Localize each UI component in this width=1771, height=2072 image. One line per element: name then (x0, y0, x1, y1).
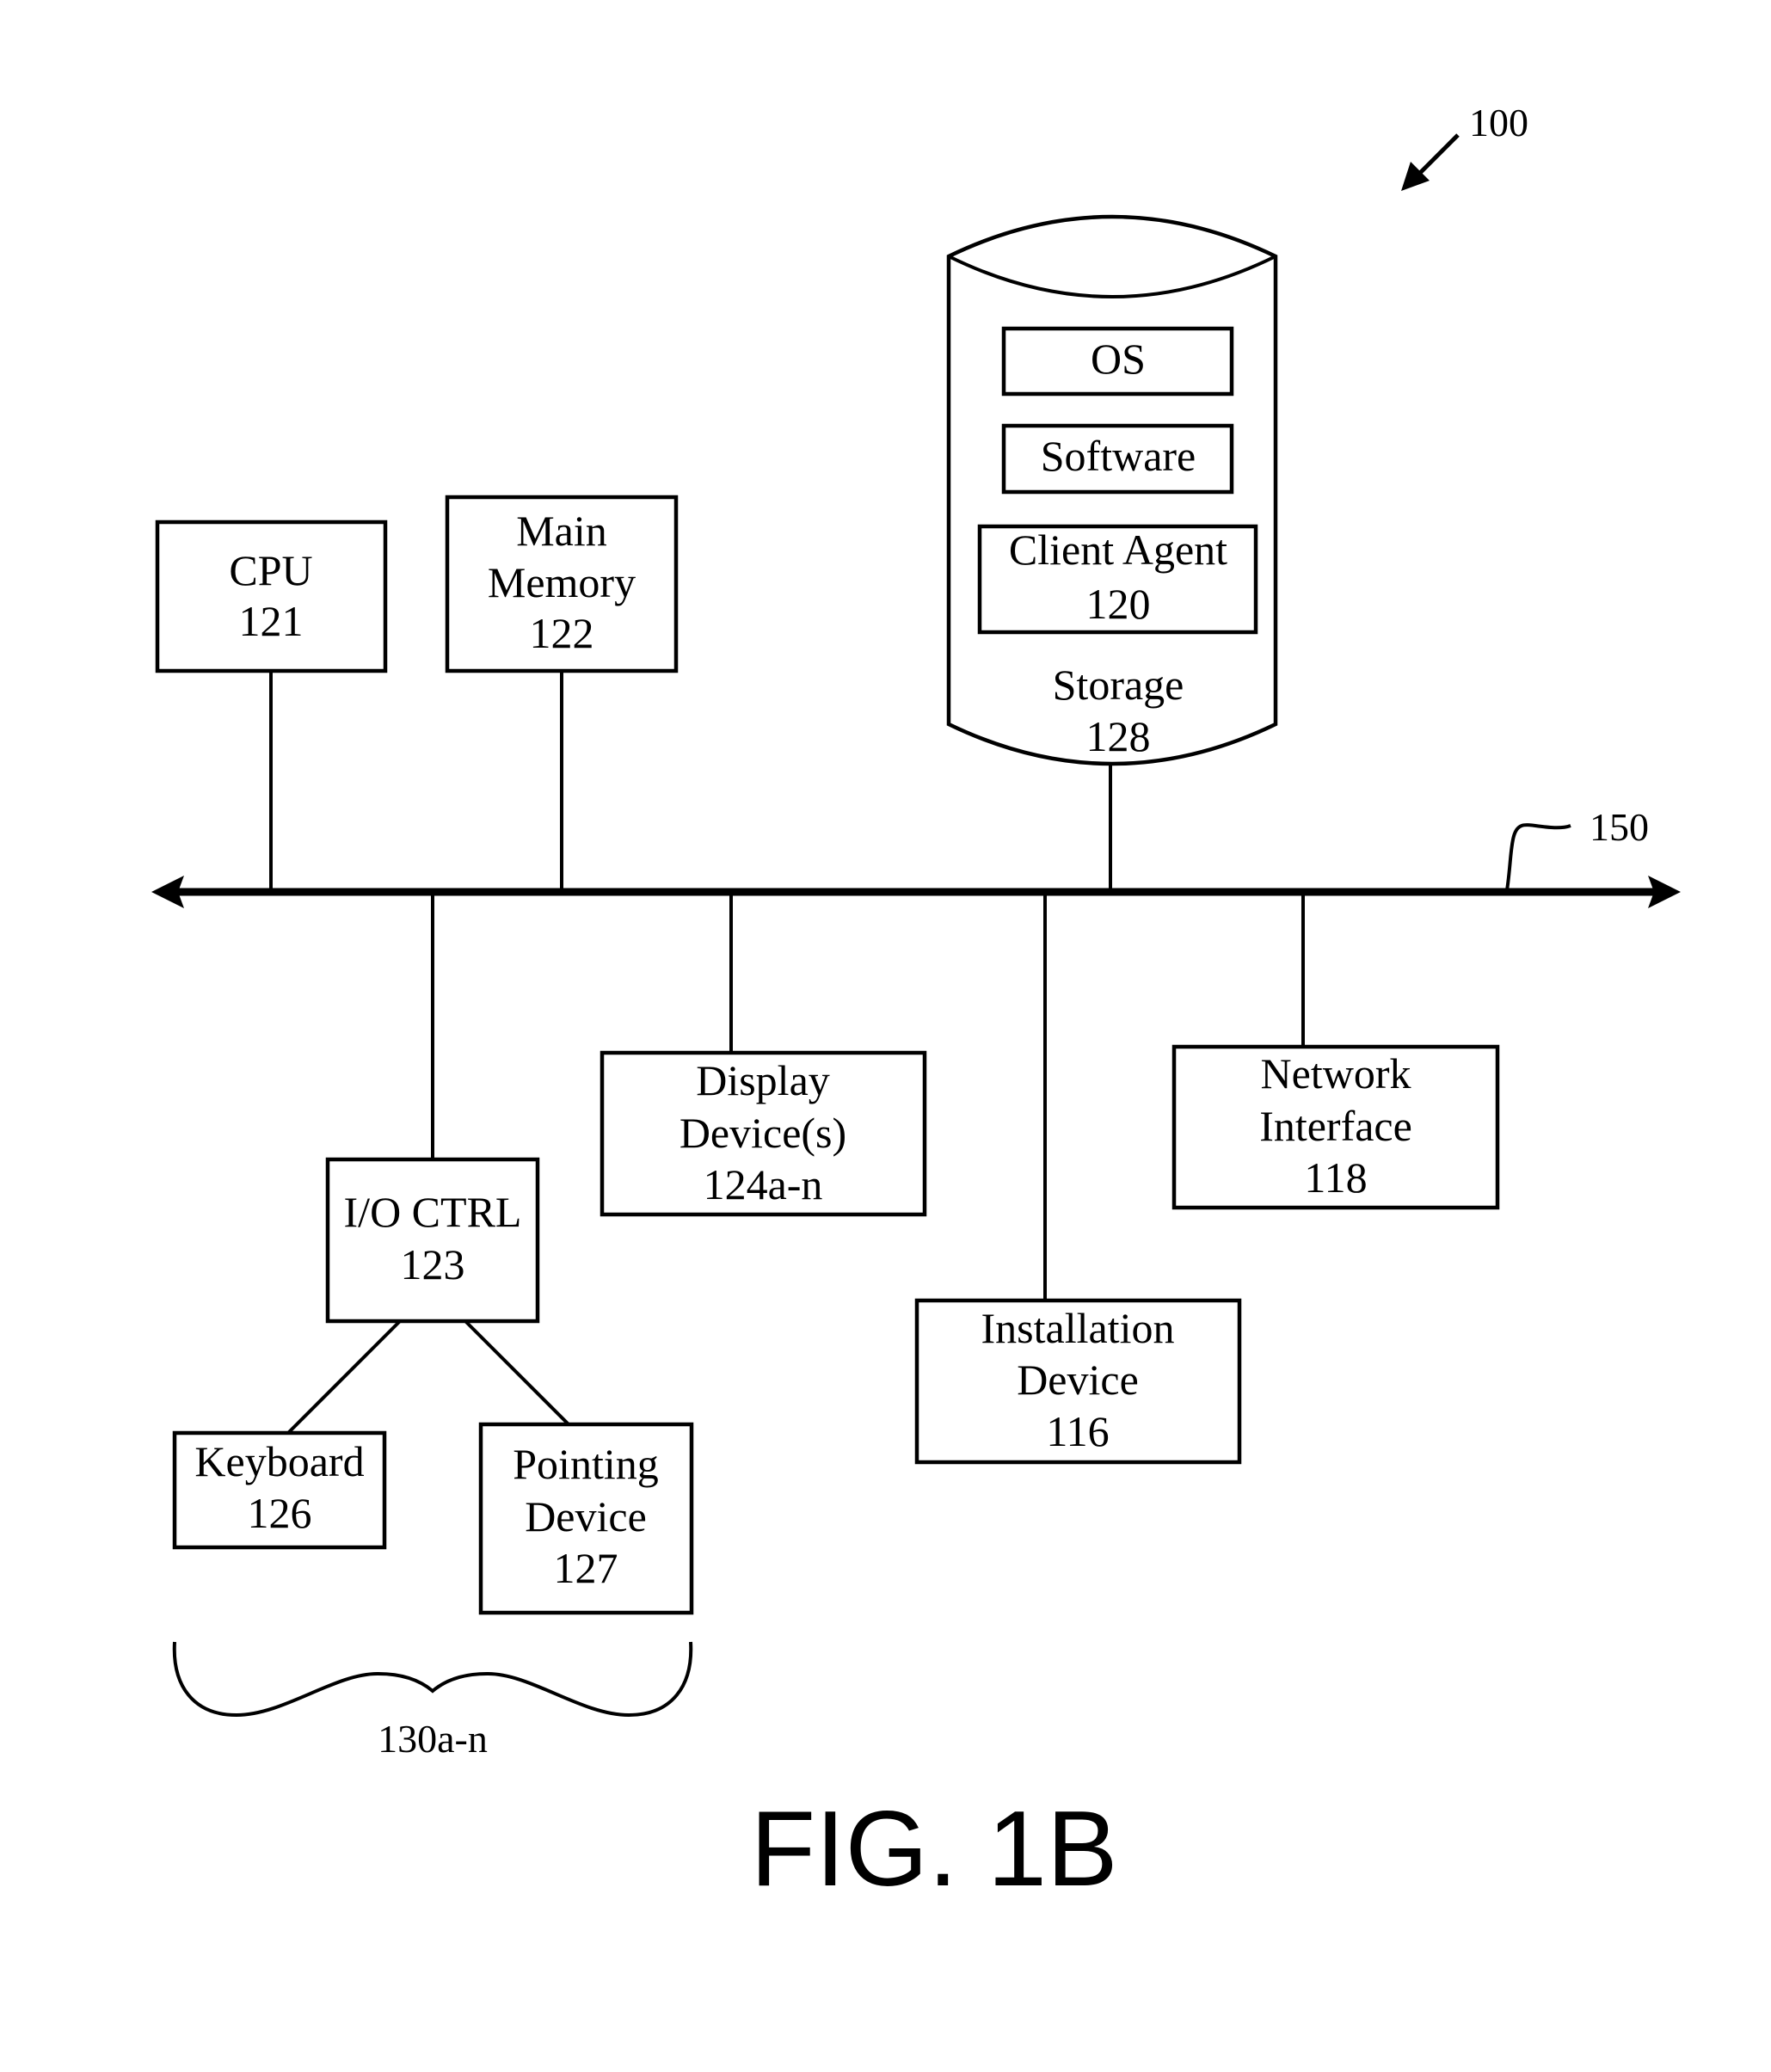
curly-brace-icon (172, 1641, 693, 1718)
system-bus: 150 (151, 805, 1681, 908)
pointing-connector (464, 1319, 570, 1426)
keyboard-connector (286, 1319, 402, 1435)
os-label: OS (1091, 335, 1146, 383)
io-ctrl-block[interactable]: I/O CTRL 123 (325, 892, 540, 1324)
main-memory-label-line-3: 122 (530, 609, 594, 657)
cpu-label-line-1: CPU (229, 546, 312, 594)
storage-label-line-2: 128 (1086, 712, 1151, 760)
storage-block[interactable]: OS Software Client Agent 120 Storage 128 (946, 214, 1278, 892)
client-agent-label-line-2: 120 (1086, 580, 1151, 628)
software-label: Software (1041, 432, 1196, 480)
keyboard-label-line-2: 126 (248, 1489, 312, 1537)
group-reference-label: 130a-n (378, 1717, 488, 1761)
bus-leader-squiggle (1505, 823, 1571, 891)
network-interface-block[interactable]: Network Interface 118 (1171, 892, 1500, 1210)
main-memory-label-line-1: Main (516, 507, 607, 555)
installation-label-line-1: Installation (981, 1304, 1175, 1352)
keyboard-block[interactable]: Keyboard 126 (172, 1319, 402, 1550)
display-label-line-2: Device(s) (679, 1109, 846, 1157)
network-label-line-2: Interface (1259, 1102, 1412, 1150)
pointing-label-line-1: Pointing (513, 1440, 658, 1488)
cpu-label-line-2: 121 (239, 597, 304, 645)
keyboard-label-line-1: Keyboard (194, 1437, 364, 1485)
network-label-line-1: Network (1261, 1049, 1411, 1097)
main-memory-label-line-2: Memory (488, 558, 636, 606)
io-ctrl-label-line-1: I/O CTRL (344, 1188, 522, 1236)
io-devices-brace: 130a-n (172, 1641, 693, 1761)
reference-arrow-shaft (1413, 133, 1460, 180)
installation-label-line-2: Device (1017, 1356, 1139, 1404)
pointing-label-line-3: 127 (554, 1544, 618, 1592)
cpu-block[interactable]: CPU 121 (155, 520, 388, 892)
pointing-label-line-2: Device (525, 1492, 647, 1540)
main-memory-block[interactable]: Main Memory 122 (445, 495, 679, 892)
display-label-line-3: 124a-n (704, 1160, 823, 1208)
bus-reference-label: 150 (1590, 805, 1649, 849)
display-label-line-1: Display (696, 1056, 830, 1104)
storage-label-line-1: Storage (1053, 661, 1184, 709)
figure-title: FIG. 1B (750, 1790, 1117, 1909)
pointing-device-block[interactable]: Pointing Device 127 (464, 1319, 694, 1615)
installation-label-line-3: 116 (1046, 1407, 1109, 1455)
client-agent-label-line-1: Client Agent (1009, 526, 1227, 574)
reference-label-100: 100 (1469, 101, 1528, 144)
network-label-line-3: 118 (1304, 1153, 1367, 1202)
io-ctrl-label-line-2: 123 (401, 1240, 465, 1288)
display-device-block[interactable]: Display Device(s) 124a-n (600, 892, 927, 1217)
figure-reference-100: 100 (1401, 101, 1528, 191)
computing-device-diagram: 100 150 CPU 121 Main Memory 122 OS Softw… (151, 101, 1681, 1909)
